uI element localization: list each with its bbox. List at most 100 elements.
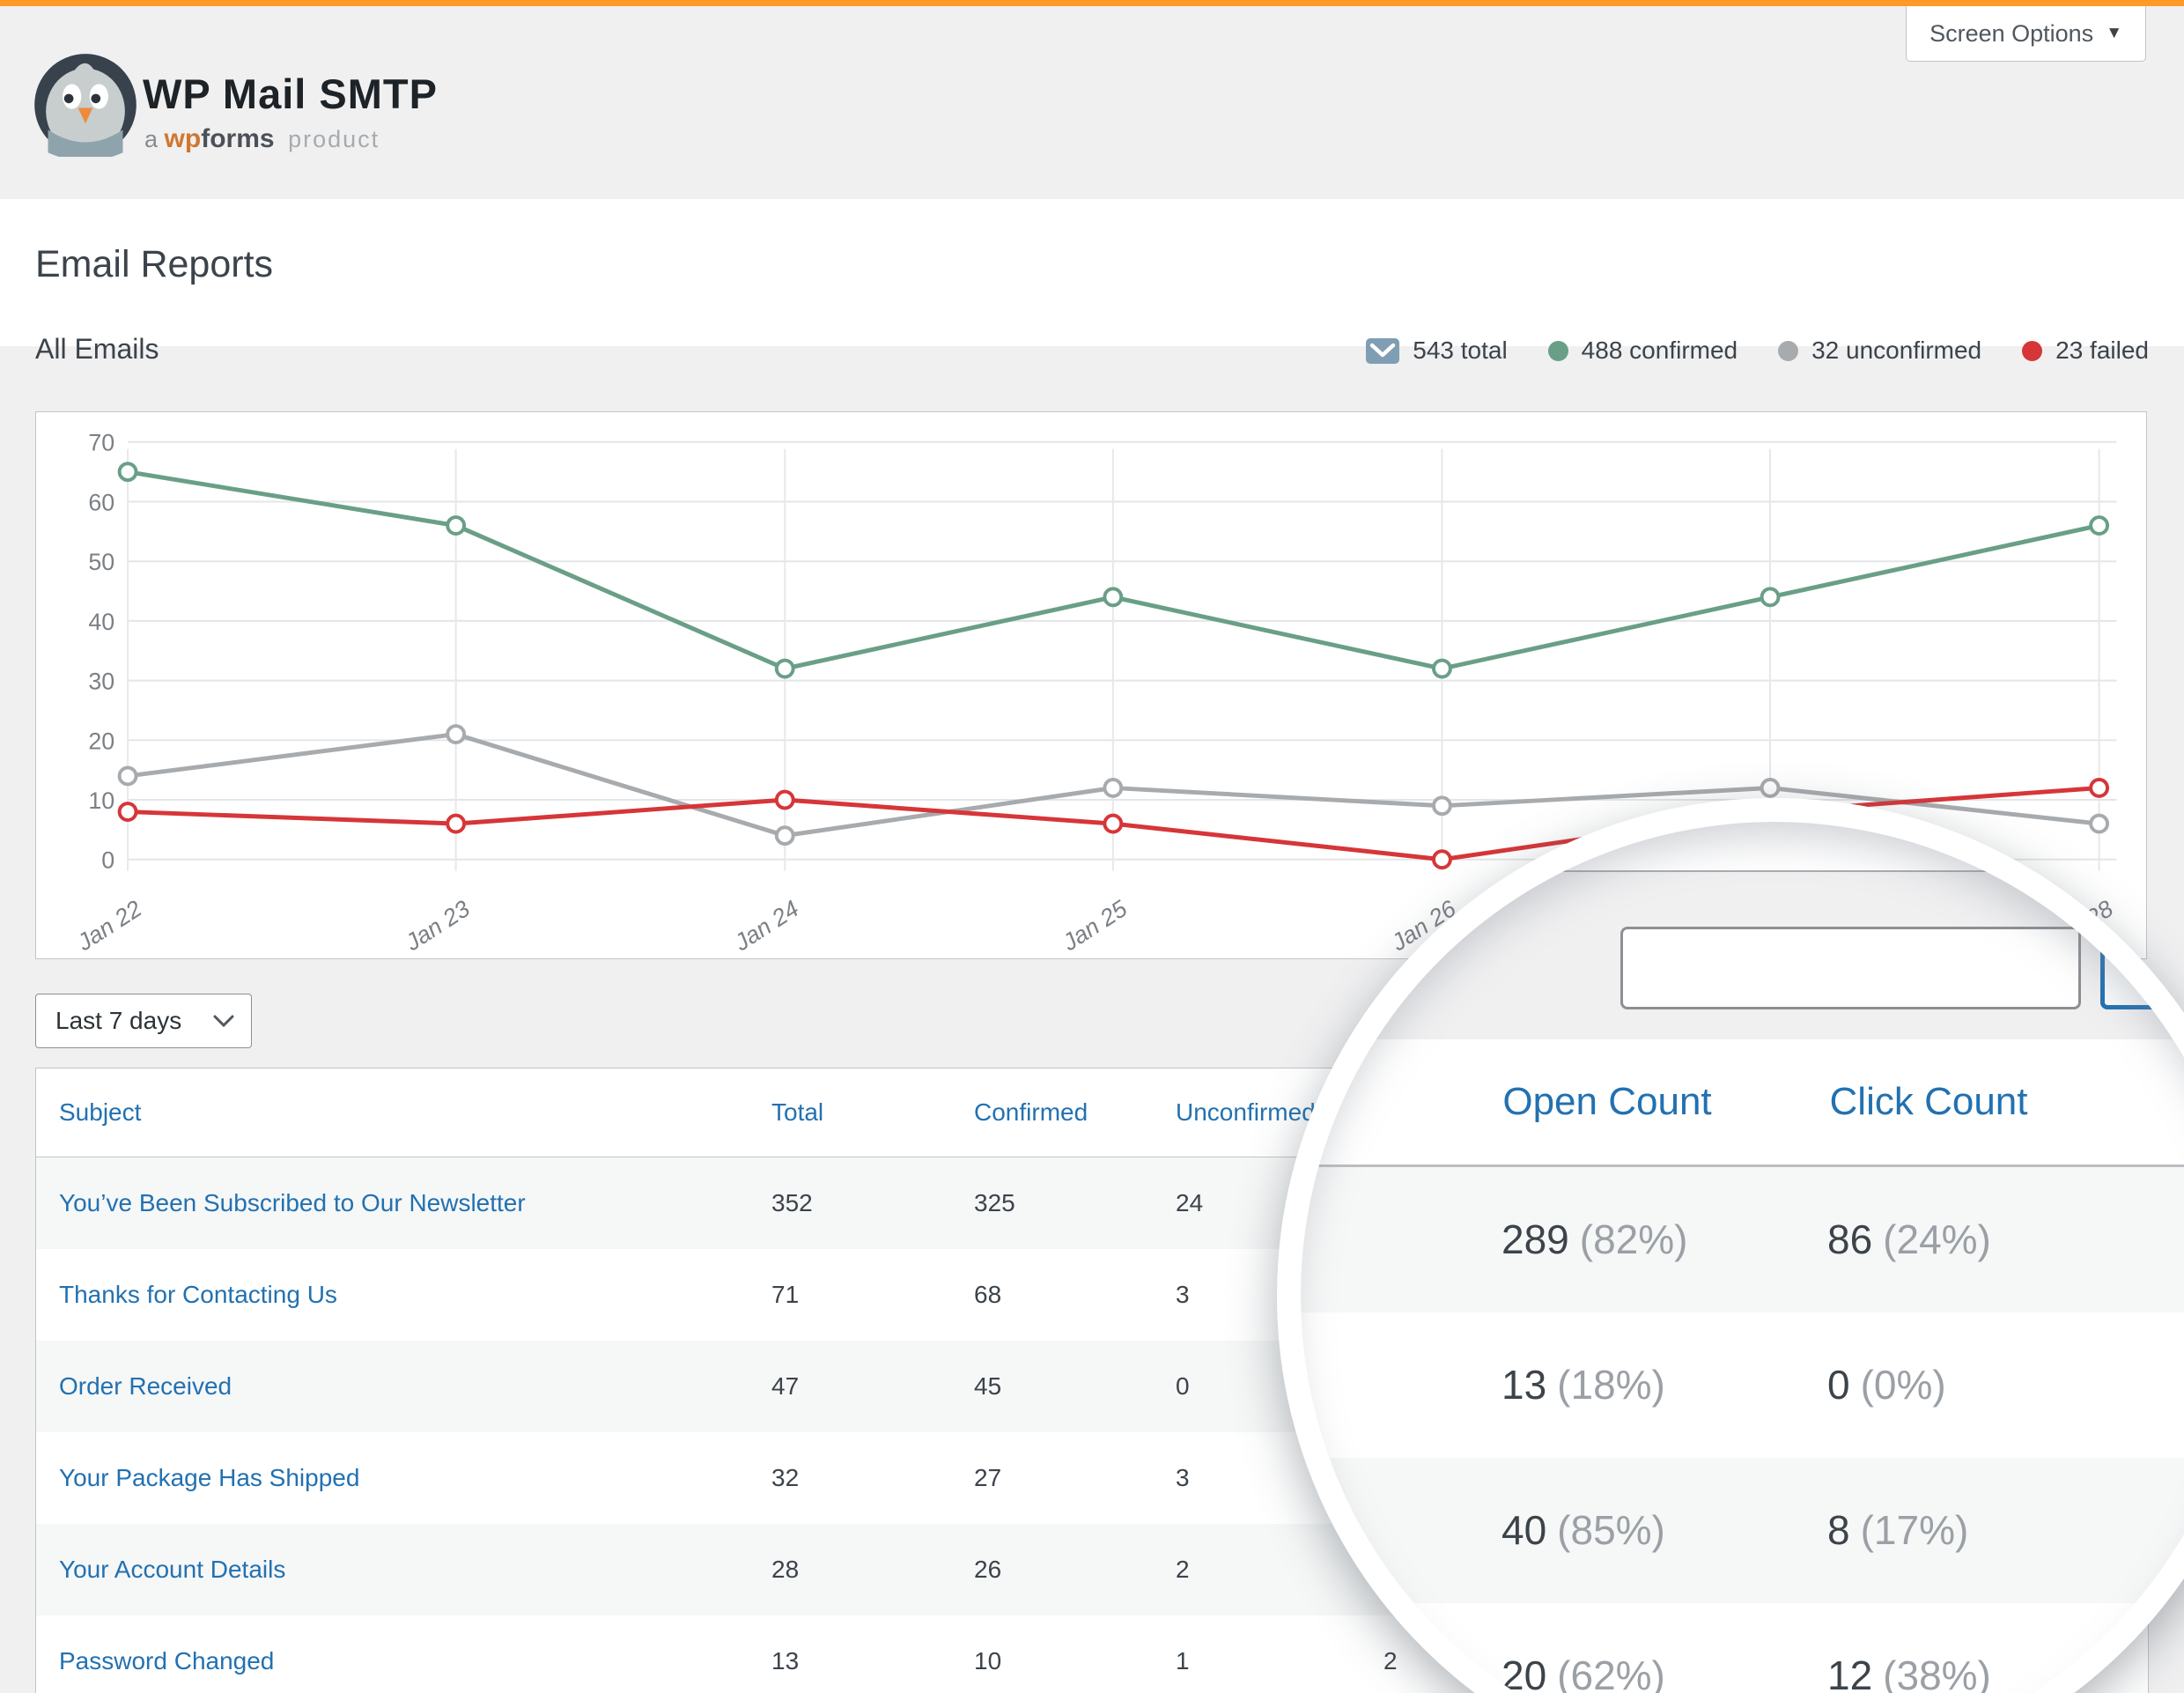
open-count-cell-value: 40 xyxy=(1502,1507,1546,1553)
magnifier-content: Open Count Click Count 289(82%)86(24%)13… xyxy=(1301,822,2184,1693)
magnified-table-body: 289(82%) 86(24%) 13(18%) 0(0%) 40(85%) 8(17%)… xyxy=(1301,1167,2184,1693)
column-header-subject[interactable]: Subject xyxy=(59,1068,141,1157)
total-cell: 28 xyxy=(771,1524,799,1615)
chevron-down-icon xyxy=(212,1014,235,1028)
total-cell: 352 xyxy=(771,1157,813,1249)
svg-text:20: 20 xyxy=(88,728,114,754)
total-cell: 71 xyxy=(771,1249,799,1341)
svg-text:30: 30 xyxy=(88,669,114,695)
click-count-cell-value: 0 xyxy=(1827,1362,1850,1408)
subject-link[interactable]: Password Changed xyxy=(59,1615,274,1693)
open-count-cell: 289(82%) xyxy=(1502,1167,1687,1312)
click-count-cell: 8(17%) xyxy=(1827,1458,1968,1603)
subject-link[interactable]: Your Account Details xyxy=(59,1524,285,1615)
confirmed-cell: 26 xyxy=(974,1524,1001,1615)
caret-down-icon: ▼ xyxy=(2106,24,2122,43)
legend-unconfirmed-label: 32 unconfirmed xyxy=(1811,336,1981,365)
subject-link[interactable]: Your Package Has Shipped xyxy=(59,1432,359,1524)
open-count-cell-percent: (18%) xyxy=(1557,1362,1665,1408)
open-count-cell-percent: (82%) xyxy=(1580,1216,1688,1262)
click-count-cell: 86(24%) xyxy=(1827,1167,1991,1312)
top-accent-bar xyxy=(0,0,2184,6)
column-header-total[interactable]: Total xyxy=(771,1068,823,1157)
app-title: WP Mail SMTP xyxy=(143,70,438,118)
magnifier-circle: Open Count Click Count 289(82%)86(24%)13… xyxy=(1277,798,2184,1693)
svg-text:Jan 23: Jan 23 xyxy=(400,895,475,957)
chart-legend: 543 total 488 confirmed 32 unconfirmed 2… xyxy=(1366,336,2149,365)
open-count-cell: 20(62%) xyxy=(1502,1603,1665,1693)
pigeon-logo xyxy=(33,53,137,157)
open-count-cell-value: 289 xyxy=(1502,1216,1569,1262)
screen-options-button[interactable]: Screen Options ▼ xyxy=(1906,6,2146,62)
magnified-chart-edge xyxy=(1301,822,2184,872)
confirmed-cell: 68 xyxy=(974,1249,1001,1341)
magnified-toolbar xyxy=(1301,872,2184,1039)
unconfirmed-dot-icon xyxy=(1778,341,1798,361)
date-range-select[interactable]: Last 7 days xyxy=(35,994,252,1048)
page-title: Email Reports xyxy=(35,243,273,286)
svg-text:10: 10 xyxy=(88,787,114,814)
confirmed-cell: 45 xyxy=(974,1341,1001,1432)
click-count-cell: 12 (38%) xyxy=(1827,1603,1991,1693)
unconfirmed-cell: 1 xyxy=(1176,1615,1190,1693)
unconfirmed-cell: 24 xyxy=(1176,1157,1203,1249)
subject-link[interactable]: Thanks for Contacting Us xyxy=(59,1249,337,1341)
wpforms-brand-wp: wp xyxy=(165,124,202,153)
unconfirmed-cell: 2 xyxy=(1176,1524,1190,1615)
magnified-table-row: 289(82%) 86(24%) xyxy=(1301,1167,2184,1312)
svg-text:Jan 24: Jan 24 xyxy=(729,895,804,957)
svg-text:40: 40 xyxy=(88,609,114,635)
column-header-unconfirmed[interactable]: Unconfirmed xyxy=(1176,1068,1316,1157)
open-count-cell: 40(85%) xyxy=(1502,1458,1665,1603)
subject-link[interactable]: Order Received xyxy=(59,1341,232,1432)
legend-failed-label: 23 failed xyxy=(2055,336,2149,365)
confirmed-dot-icon xyxy=(1548,341,1568,361)
search-input[interactable] xyxy=(1620,927,2081,1009)
column-header-click-count[interactable]: Click Count xyxy=(1761,1039,2096,1164)
click-count-cell-percent: (24%) xyxy=(1883,1216,1991,1262)
click-count-cell-value: 12 xyxy=(1827,1652,1872,1693)
click-count-cell-percent: (0%) xyxy=(1861,1362,1946,1408)
confirmed-cell: 10 xyxy=(974,1615,1001,1693)
tagline-prefix: a xyxy=(144,126,158,152)
subject-link[interactable]: You’ve Been Subscribed to Our Newsletter xyxy=(59,1157,526,1249)
confirmed-cell: 27 xyxy=(974,1432,1001,1524)
failed-dot-icon xyxy=(2022,341,2042,361)
svg-text:60: 60 xyxy=(88,489,114,515)
svg-text:0: 0 xyxy=(101,847,114,874)
envelope-icon xyxy=(1366,338,1399,364)
legend-total: 543 total xyxy=(1366,336,1507,365)
click-count-cell: 0(0%) xyxy=(1827,1312,1946,1458)
magnified-table-row: 20(62%) 12 (38%) xyxy=(1301,1603,2184,1693)
open-count-cell-percent: (85%) xyxy=(1557,1507,1665,1553)
tagline-suffix: product xyxy=(288,126,380,152)
legend-failed: 23 failed xyxy=(2022,336,2149,365)
svg-text:Jan 22: Jan 22 xyxy=(72,895,147,957)
click-count-cell-percent: (17%) xyxy=(1861,1507,1969,1553)
unconfirmed-cell: 3 xyxy=(1176,1432,1190,1524)
magnified-table-row: 40(85%) 8(17%) xyxy=(1301,1458,2184,1603)
date-range-value: Last 7 days xyxy=(55,1007,181,1035)
column-header-open-count[interactable]: Open Count xyxy=(1440,1039,1774,1164)
search-button[interactable] xyxy=(2100,927,2184,1009)
wp-mail-smtp-email-reports-page: WP Mail SMTP a wpforms product Screen Op… xyxy=(0,0,2184,1693)
legend-total-label: 543 total xyxy=(1413,336,1507,365)
open-count-cell-value: 13 xyxy=(1502,1362,1546,1408)
open-count-cell-percent: (62%) xyxy=(1557,1652,1665,1693)
screen-options-label: Screen Options xyxy=(1929,20,2093,48)
svg-text:Jan 25: Jan 25 xyxy=(1057,895,1132,957)
app-tagline: a wpforms product xyxy=(144,124,380,154)
column-header-confirmed[interactable]: Confirmed xyxy=(974,1068,1088,1157)
click-count-cell-value: 86 xyxy=(1827,1216,1872,1262)
legend-confirmed-label: 488 confirmed xyxy=(1582,336,1738,365)
open-count-cell: 13(18%) xyxy=(1502,1312,1665,1458)
unconfirmed-cell: 3 xyxy=(1176,1249,1190,1341)
magnified-table-row: 13(18%) 0(0%) xyxy=(1301,1312,2184,1458)
total-cell: 32 xyxy=(771,1432,799,1524)
total-cell: 47 xyxy=(771,1341,799,1432)
click-count-cell-percent: (38%) xyxy=(1883,1652,1991,1693)
app-header: WP Mail SMTP a wpforms product Screen Op… xyxy=(0,6,2184,199)
legend-unconfirmed: 32 unconfirmed xyxy=(1778,336,1981,365)
svg-text:70: 70 xyxy=(88,430,114,456)
total-cell: 13 xyxy=(771,1615,799,1693)
